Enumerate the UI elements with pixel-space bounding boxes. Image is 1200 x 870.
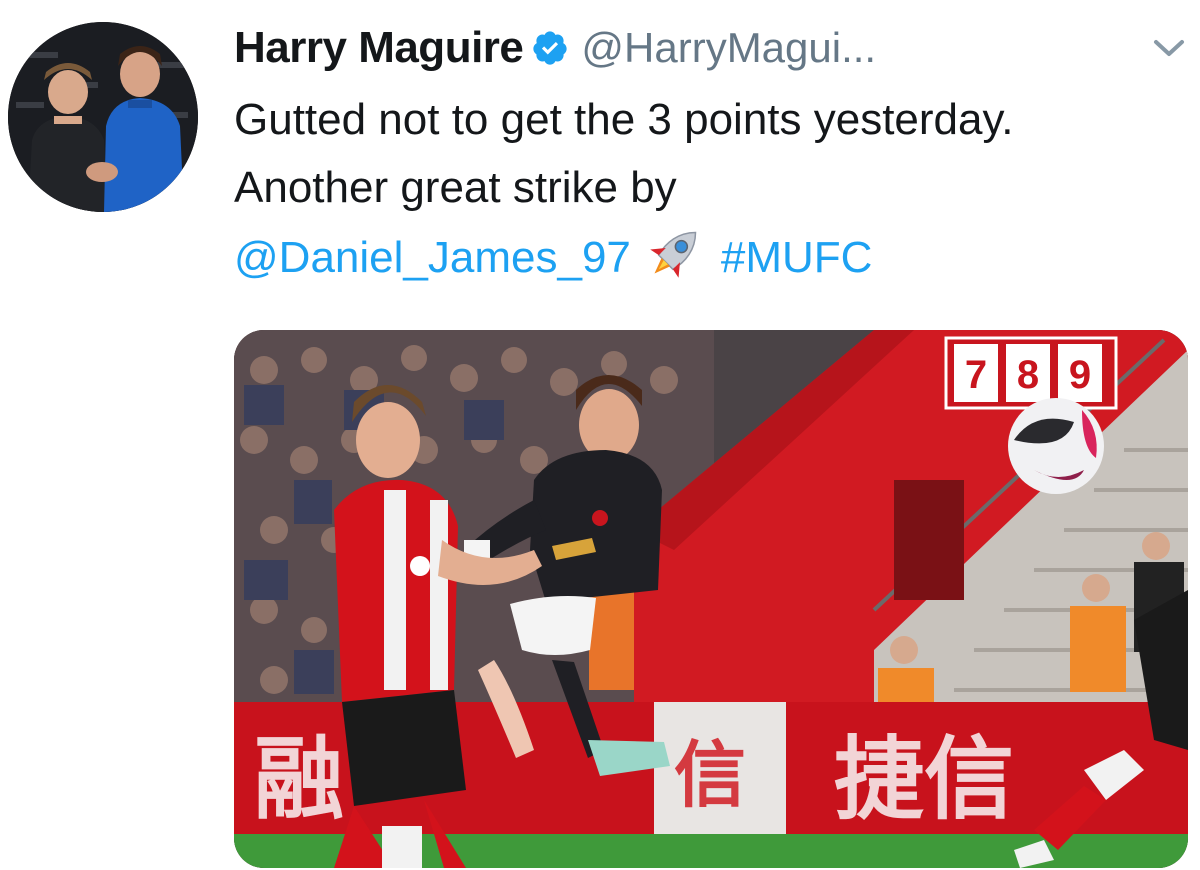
seat-digit-2: 8	[1017, 353, 1039, 397]
tweet-text-line-3: @Daniel_James_97 #MUFC	[234, 222, 1184, 292]
chevron-down-icon[interactable]	[1150, 34, 1188, 62]
avatar-photo	[8, 22, 198, 212]
avatar[interactable]	[8, 22, 198, 212]
tweet-text-line-1: Gutted not to get the 3 points yesterday…	[234, 95, 1014, 144]
tweet-card: Harry Maguire @HarryMagui... Gutted not …	[0, 0, 1200, 870]
handle[interactable]: @HarryMagui...	[581, 24, 876, 72]
hashtag-link[interactable]: #MUFC	[721, 233, 873, 282]
seat-digit-1: 7	[965, 353, 987, 397]
tweet-text: Gutted not to get the 3 points yesterday…	[234, 86, 1184, 292]
seat-number-board: 7 8 9	[944, 336, 1118, 410]
football	[1008, 398, 1104, 494]
display-name[interactable]: Harry Maguire	[234, 23, 524, 73]
football-match-photo: 7 8 9 融 捷信 信	[234, 330, 1188, 868]
svg-text:融: 融	[254, 727, 344, 832]
tweet-text-line-2: Another great strike by	[234, 163, 677, 212]
rocket-emoji	[643, 222, 707, 284]
svg-text:信: 信	[674, 733, 746, 817]
seat-digit-3: 9	[1069, 353, 1091, 397]
mention-link[interactable]: @Daniel_James_97	[234, 233, 631, 282]
ad-board-text: 捷信	[834, 727, 1014, 832]
tweet-header: Harry Maguire @HarryMagui...	[234, 18, 876, 78]
tweet-media-image[interactable]: 7 8 9 融 捷信 信	[234, 330, 1188, 868]
verified-badge-icon	[531, 29, 569, 67]
